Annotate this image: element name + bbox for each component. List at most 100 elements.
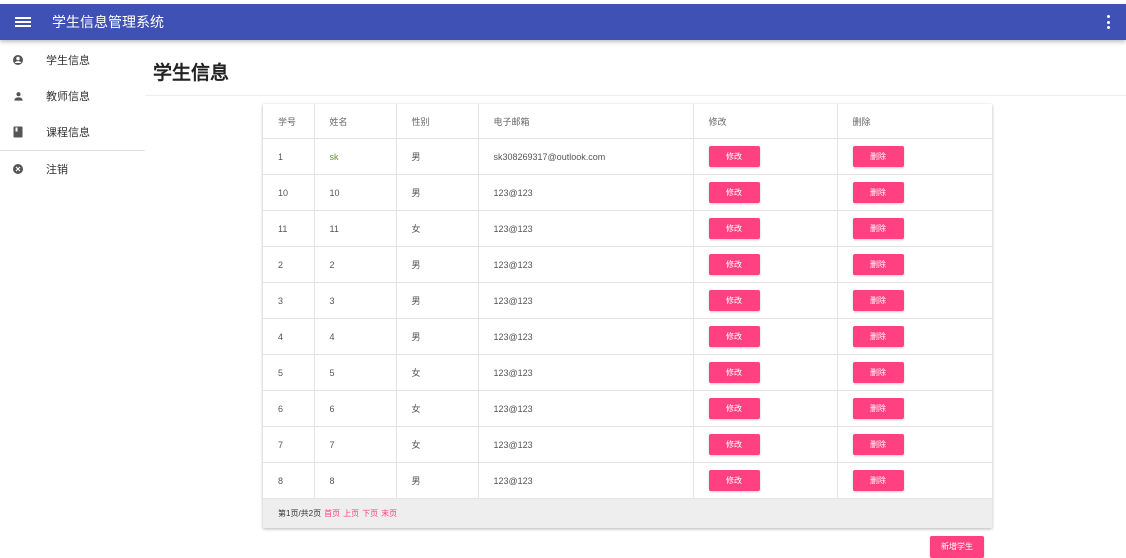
cell-edit: 修改 — [693, 174, 838, 211]
cell-edit: 修改 — [693, 246, 838, 283]
cell-id: 3 — [263, 282, 315, 319]
prev-page-link[interactable]: 上页 — [343, 508, 359, 519]
cell-name: 6 — [314, 390, 397, 427]
delete-button[interactable]: 删除 — [852, 146, 904, 167]
sidebar-item-label: 教师信息 — [46, 91, 90, 103]
pagination: 第1页/共2页 首页 上页 下页 末页 — [263, 499, 992, 528]
cell-delete: 删除 — [837, 282, 992, 319]
delete-button[interactable]: 删除 — [852, 398, 904, 419]
cell-email: 123@123 — [478, 390, 694, 427]
delete-button[interactable]: 删除 — [852, 362, 904, 383]
edit-button[interactable]: 修改 — [708, 182, 760, 203]
table-row: 7 7 女 123@123 修改 删除 — [263, 426, 992, 463]
edit-button[interactable]: 修改 — [708, 434, 760, 455]
table-row: 2 2 男 123@123 修改 删除 — [263, 246, 992, 283]
cell-gender: 男 — [396, 246, 479, 283]
table-row: 3 3 男 123@123 修改 删除 — [263, 282, 992, 319]
delete-button[interactable]: 删除 — [852, 326, 904, 347]
cell-id: 11 — [263, 210, 315, 247]
student-table-card: 学号 姓名 性别 电子邮箱 修改 删除 1 sk 男 sk308269317@outl… — [263, 104, 992, 528]
cell-edit: 修改 — [693, 426, 838, 463]
cell-gender: 男 — [396, 318, 479, 355]
more-vert-icon[interactable] — [1106, 15, 1110, 29]
delete-button[interactable]: 删除 — [852, 290, 904, 311]
table-row: 1 sk 男 sk308269317@outlook.com 修改 删除 — [263, 138, 992, 175]
delete-button[interactable]: 删除 — [852, 434, 904, 455]
cell-delete: 删除 — [837, 210, 992, 247]
cell-gender: 男 — [396, 462, 479, 499]
last-page-link[interactable]: 末页 — [381, 508, 397, 519]
cell-id: 1 — [263, 138, 315, 175]
cell-edit: 修改 — [693, 210, 838, 247]
cell-name: 10 — [314, 174, 397, 211]
edit-button[interactable]: 修改 — [708, 326, 760, 347]
edit-button[interactable]: 修改 — [708, 362, 760, 383]
sidebar: 学生信息 教师信息 课程信息 注销 — [0, 42, 145, 187]
header-delete: 删除 — [837, 104, 992, 139]
cell-delete: 删除 — [837, 462, 992, 499]
book-icon — [11, 125, 25, 139]
cell-id: 8 — [263, 462, 315, 499]
edit-button[interactable]: 修改 — [708, 218, 760, 239]
cell-email: 123@123 — [478, 426, 694, 463]
cell-id: 7 — [263, 426, 315, 463]
cell-name: sk — [314, 138, 397, 175]
student-table: 学号 姓名 性别 电子邮箱 修改 删除 1 sk 男 sk308269317@outl… — [263, 104, 992, 499]
edit-button[interactable]: 修改 — [708, 398, 760, 419]
page-info: 第1页/共2页 — [278, 509, 322, 518]
edit-button[interactable]: 修改 — [708, 254, 760, 275]
sidebar-item-label: 课程信息 — [46, 127, 90, 139]
cell-email: sk308269317@outlook.com — [478, 138, 694, 175]
cell-delete: 删除 — [837, 174, 992, 211]
add-student-button[interactable]: 新增学生 — [930, 536, 984, 558]
cell-id: 5 — [263, 354, 315, 391]
cell-edit: 修改 — [693, 390, 838, 427]
header-name: 姓名 — [314, 104, 397, 139]
cell-name: 3 — [314, 282, 397, 319]
sidebar-item-teachers[interactable]: 教师信息 — [0, 78, 145, 114]
cell-edit: 修改 — [693, 138, 838, 175]
table-row: 6 6 女 123@123 修改 删除 — [263, 390, 992, 427]
cell-delete: 删除 — [837, 318, 992, 355]
cell-email: 123@123 — [478, 282, 694, 319]
title-divider — [145, 95, 1126, 96]
cell-edit: 修改 — [693, 462, 838, 499]
delete-button[interactable]: 删除 — [852, 218, 904, 239]
person-icon — [11, 89, 25, 103]
header-email: 电子邮箱 — [478, 104, 694, 139]
first-page-link[interactable]: 首页 — [324, 508, 340, 519]
delete-button[interactable]: 删除 — [852, 470, 904, 491]
edit-button[interactable]: 修改 — [708, 290, 760, 311]
header-gender: 性别 — [396, 104, 479, 139]
cell-name: 2 — [314, 246, 397, 283]
cell-name: 7 — [314, 426, 397, 463]
cell-email: 123@123 — [478, 462, 694, 499]
sidebar-item-students[interactable]: 学生信息 — [0, 42, 145, 78]
cell-gender: 男 — [396, 282, 479, 319]
cell-delete: 删除 — [837, 426, 992, 463]
cell-id: 4 — [263, 318, 315, 355]
page-title: 学生信息 — [153, 63, 230, 84]
sidebar-item-courses[interactable]: 课程信息 — [0, 114, 145, 150]
cancel-circle-icon — [11, 162, 25, 176]
sidebar-item-logout[interactable]: 注销 — [0, 151, 145, 187]
cell-id: 10 — [263, 174, 315, 211]
cell-email: 123@123 — [478, 246, 694, 283]
next-page-link[interactable]: 下页 — [362, 508, 378, 519]
cell-email: 123@123 — [478, 318, 694, 355]
edit-button[interactable]: 修改 — [708, 146, 760, 167]
delete-button[interactable]: 删除 — [852, 254, 904, 275]
table-header-row: 学号 姓名 性别 电子邮箱 修改 删除 — [263, 104, 992, 139]
header-edit: 修改 — [693, 104, 838, 139]
cell-gender: 女 — [396, 390, 479, 427]
cell-gender: 女 — [396, 354, 479, 391]
cell-id: 6 — [263, 390, 315, 427]
account-circle-icon — [11, 53, 25, 67]
cell-email: 123@123 — [478, 174, 694, 211]
cell-edit: 修改 — [693, 282, 838, 319]
delete-button[interactable]: 删除 — [852, 182, 904, 203]
header-id: 学号 — [263, 104, 315, 139]
menu-icon[interactable] — [15, 14, 31, 30]
edit-button[interactable]: 修改 — [708, 470, 760, 491]
cell-name: 5 — [314, 354, 397, 391]
